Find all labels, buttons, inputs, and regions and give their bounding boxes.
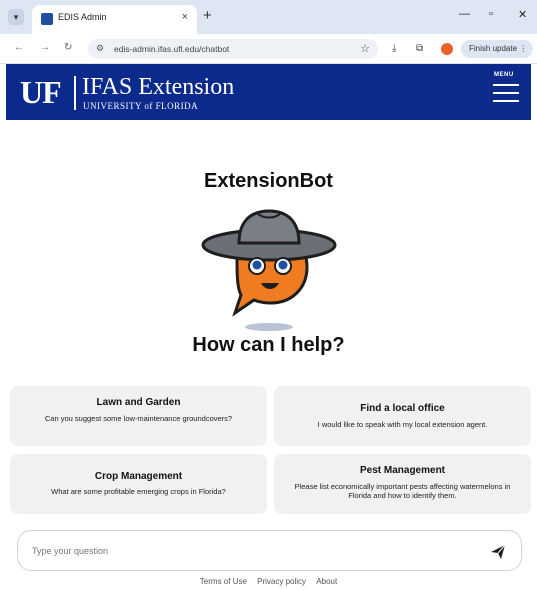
tab-menu-icon[interactable]: ▾ <box>8 9 24 25</box>
address-bar[interactable]: ⚙ edis-admin.ifas.ufl.edu/chatbot ☆ <box>88 39 378 59</box>
extensions-icon[interactable]: ⧉ <box>416 43 423 54</box>
browser-tab-bar: ▾ EDIS Admin × + — ▫ ✕ <box>0 0 537 34</box>
footer-link-about[interactable]: About <box>316 577 337 586</box>
menu-button[interactable]: MENU <box>493 72 521 112</box>
suggestion-card-local-office[interactable]: Find a local office I would like to spea… <box>274 386 531 446</box>
reload-icon[interactable]: ↻ <box>64 42 72 53</box>
maximize-icon[interactable]: ▫ <box>489 8 493 20</box>
site-info-icon[interactable]: ⚙ <box>96 43 104 54</box>
chat-input[interactable] <box>32 542 472 560</box>
finish-update-label: Finish update <box>469 44 518 53</box>
card-title: Pest Management <box>359 465 446 476</box>
minimize-icon[interactable]: — <box>459 8 470 20</box>
suggestion-card-crop-management[interactable]: Crop Management What are some profitable… <box>10 454 267 514</box>
site-header: UF IFAS Extension UNIVERSITY of FLORIDA … <box>6 64 531 120</box>
back-icon[interactable]: ← <box>14 42 24 53</box>
logo-divider <box>74 76 76 110</box>
star-icon[interactable]: ☆ <box>360 42 370 55</box>
download-icon[interactable]: ⤓ <box>392 43 396 54</box>
tab-title: EDIS Admin <box>58 12 107 22</box>
close-icon[interactable]: × <box>182 11 188 23</box>
footer-link-terms[interactable]: Terms of Use <box>200 577 247 586</box>
send-icon[interactable] <box>489 543 507 561</box>
card-description: I would like to speak with my local exte… <box>317 420 488 429</box>
uf-logo[interactable]: UF <box>20 74 62 111</box>
favicon-icon <box>41 13 53 25</box>
menu-label: MENU <box>494 72 514 78</box>
window-close-icon[interactable]: ✕ <box>518 8 527 21</box>
url-text[interactable]: edis-admin.ifas.ufl.edu/chatbot <box>114 44 229 54</box>
suggestion-card-pest-management[interactable]: Pest Management Please list economically… <box>274 454 531 514</box>
browser-tab[interactable]: EDIS Admin × <box>32 5 197 34</box>
bot-title: ExtensionBot <box>204 170 333 192</box>
card-description: Can you suggest some low-maintenance gro… <box>44 414 233 423</box>
card-title: Crop Management <box>94 471 183 482</box>
menu-icon <box>493 84 519 86</box>
suggestion-card-lawn-garden[interactable]: Lawn and Garden Can you suggest some low… <box>10 386 267 446</box>
finish-update-button[interactable]: Finish update ⋮ <box>461 40 533 58</box>
footer: Terms of Use Privacy policy About <box>0 577 537 586</box>
new-tab-button[interactable]: + <box>203 7 212 24</box>
card-description: What are some profitable emerging crops … <box>51 487 226 496</box>
footer-link-privacy[interactable]: Privacy policy <box>257 577 306 586</box>
site-subtitle: UNIVERSITY of FLORIDA <box>83 101 199 111</box>
card-description: Please list economically important pests… <box>294 482 511 500</box>
help-heading: How can I help? <box>192 334 345 356</box>
card-title: Lawn and Garden <box>96 397 181 408</box>
chat-input-box <box>17 530 522 571</box>
card-title: Find a local office <box>360 403 445 414</box>
forward-icon[interactable]: → <box>40 42 50 53</box>
mascot-image <box>201 209 337 331</box>
profile-icon[interactable] <box>441 43 453 55</box>
address-toolbar: ← → ↻ ⚙ edis-admin.ifas.ufl.edu/chatbot … <box>0 34 537 64</box>
site-title[interactable]: IFAS Extension <box>82 74 234 101</box>
